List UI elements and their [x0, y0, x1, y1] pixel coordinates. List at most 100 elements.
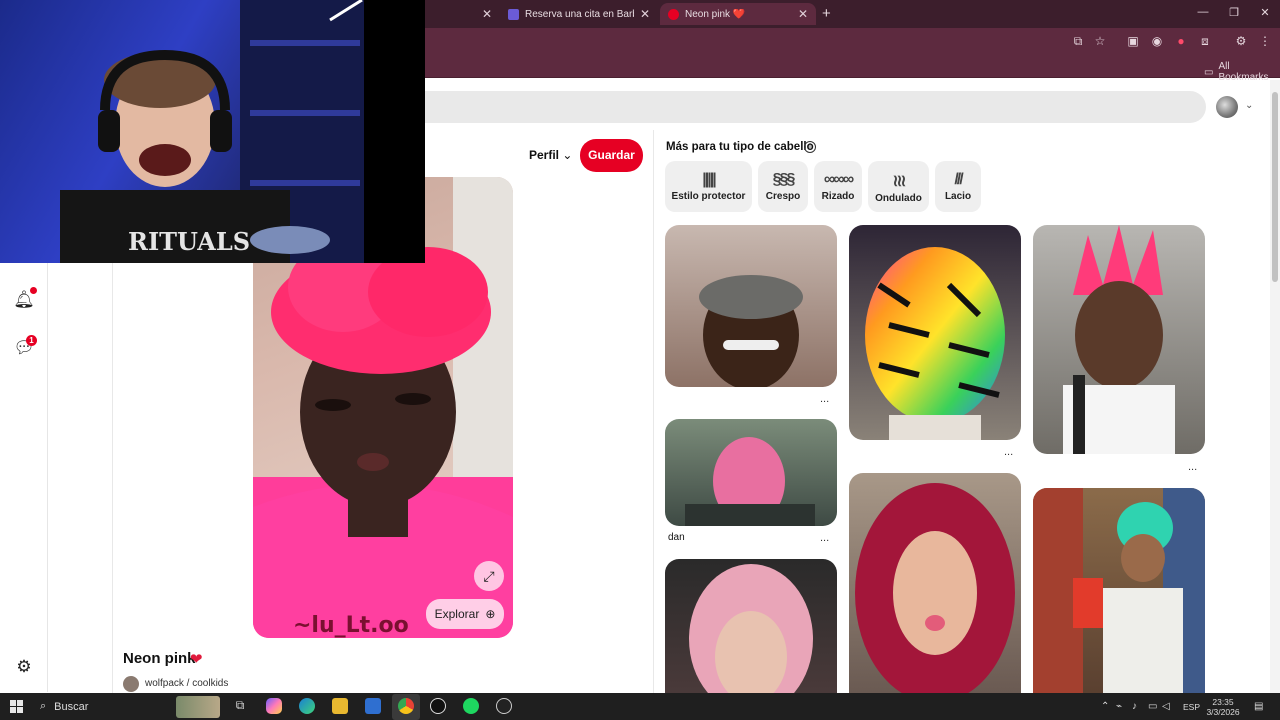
pin-tile[interactable] [1033, 488, 1205, 693]
straight-icon: /// [954, 171, 963, 188]
site-favicon-icon [508, 8, 519, 20]
more-options-button[interactable]: ... [820, 532, 829, 544]
tab-1[interactable]: ✕ [420, 3, 500, 25]
folder-icon: ▭ [1204, 66, 1214, 78]
chip-label: Rizado [821, 191, 855, 202]
tile-photo [1033, 488, 1205, 693]
avatar[interactable] [123, 676, 139, 692]
obs-icon[interactable] [430, 698, 446, 714]
more-options-button[interactable]: ... [1188, 461, 1197, 473]
copilot-icon[interactable] [266, 698, 282, 714]
search-icon: ⌕ [40, 700, 47, 712]
pin-tile[interactable] [1033, 225, 1205, 454]
notifications-icon[interactable]: ▤ [1254, 701, 1263, 712]
extension-icon[interactable]: ◉ [1149, 34, 1165, 48]
chip-ondulado[interactable]: ≀≀≀ Ondulado [868, 161, 929, 212]
chip-crespo[interactable]: §§§ Crespo [758, 161, 808, 212]
close-window-button[interactable]: ✕ [1256, 6, 1274, 19]
volume-icon[interactable]: ◁ [1162, 701, 1170, 712]
edge-icon[interactable] [299, 698, 315, 714]
store-icon[interactable] [365, 698, 381, 714]
tile-photo [865, 247, 1005, 440]
chrome-icon[interactable] [398, 698, 414, 714]
explore-label: Explorar [434, 607, 480, 621]
chip-label: Lacio [944, 191, 972, 202]
search-highlight-image [176, 696, 220, 718]
chip-lacio[interactable]: /// Lacio [935, 161, 981, 212]
profile-icon[interactable]: ⚙ [1233, 34, 1249, 48]
all-bookmarks-button[interactable]: ▭ All Bookmarks [1204, 61, 1280, 83]
curly-icon: ∞∞∞ [823, 171, 854, 188]
expand-icon[interactable]: ⤢ [474, 561, 504, 591]
spotify-icon[interactable] [463, 698, 479, 714]
avatar[interactable] [1216, 96, 1238, 118]
chip-label: Crespo [765, 191, 801, 202]
profile-dropdown[interactable]: Perfil ⌄ [529, 148, 572, 162]
chip-label: Ondulado [875, 193, 922, 204]
chevron-down-icon: ⌄ [562, 148, 573, 162]
tab-barberia[interactable]: Reserva una cita en Barbería De ✕ [500, 3, 658, 25]
close-icon[interactable]: ✕ [482, 7, 492, 21]
pin-tile[interactable] [665, 225, 837, 387]
explore-button[interactable]: Explorar ⊕ [426, 599, 504, 629]
clock-time: 23:35 [1212, 697, 1234, 707]
tab-label: Neon pink ❤️ [685, 8, 746, 20]
more-options-button[interactable]: ... [820, 393, 829, 405]
windows-start-icon[interactable] [10, 700, 23, 713]
tile-photo [699, 275, 803, 387]
system-clock[interactable]: 23:35 3/3/2026 [1203, 697, 1243, 717]
info-icon[interactable]: i [804, 141, 816, 153]
network-icon[interactable]: ⌁ [1116, 701, 1122, 712]
restore-button[interactable]: ❐ [1225, 6, 1243, 19]
webcam-feed: RITUALS [0, 0, 364, 263]
visual-search-icon: ⊕ [485, 607, 496, 621]
save-button[interactable]: Guardar [580, 139, 643, 172]
extensions-puzzle-icon[interactable]: ⧈ [1197, 34, 1213, 49]
install-app-icon[interactable]: ⧉ [1070, 34, 1086, 49]
battery-icon[interactable]: ▭ [1148, 701, 1157, 712]
tile-photo [685, 437, 815, 526]
pin-tile[interactable] [665, 559, 837, 693]
tile-photo [1063, 225, 1175, 454]
left-sidebar [0, 262, 48, 692]
board-link[interactable]: wolfpack / coolkids [145, 678, 228, 689]
language-indicator[interactable]: ESP [1183, 702, 1200, 712]
tab-label: Reserva una cita en Barbería De [525, 8, 634, 20]
bookmark-star-icon[interactable]: ☆ [1092, 34, 1108, 48]
pin-tile[interactable] [849, 225, 1021, 440]
microphone-icon[interactable]: ♪ [1132, 701, 1137, 712]
search-placeholder: Buscar [54, 700, 89, 713]
coily-icon: §§§ [772, 171, 796, 188]
section-title: Más para tu tipo de cabello [666, 141, 814, 153]
chip-rizado[interactable]: ∞∞∞ Rizado [814, 161, 862, 212]
extension-icon[interactable]: ● [1173, 34, 1189, 48]
chip-estilo-protector[interactable]: ||||| Estilo protector [665, 161, 752, 212]
close-icon[interactable]: ✕ [798, 7, 808, 21]
chip-label: Estilo protector [671, 191, 746, 202]
minimize-button[interactable]: — [1194, 6, 1212, 18]
new-tab-button[interactable]: + [822, 5, 831, 22]
pin-caption[interactable]: dan [668, 532, 685, 543]
menu-icon[interactable]: ⋮ [1257, 34, 1273, 48]
wavy-icon: ≀≀≀ [892, 173, 907, 190]
tab-neon-pink[interactable]: Neon pink ❤️ ✕ [660, 3, 816, 25]
file-explorer-icon[interactable] [332, 698, 348, 714]
settings-gear-icon[interactable]: ⚙ [12, 655, 36, 679]
scrollbar[interactable] [1270, 80, 1280, 693]
tile-photo [855, 483, 1015, 693]
scrollbar-thumb[interactable] [1272, 92, 1278, 282]
close-icon[interactable]: ✕ [640, 7, 650, 21]
chevron-down-icon[interactable]: ⌄ [1245, 100, 1253, 111]
pin-tile[interactable] [665, 419, 837, 526]
pin-tile[interactable] [849, 473, 1021, 693]
app-icon[interactable] [496, 698, 512, 714]
svg-text:RITUALS: RITUALS [128, 227, 250, 256]
more-options-button[interactable]: ... [1004, 446, 1013, 458]
tile-photo [689, 564, 813, 693]
svg-text:~lu_Lt.oo: ~lu_Lt.oo [293, 613, 409, 638]
extension-icon[interactable]: ▣ [1125, 34, 1141, 48]
search-input[interactable] [420, 91, 1206, 123]
chevron-up-icon[interactable]: ⌃ [1101, 701, 1109, 712]
profile-label: Perfil [529, 148, 560, 162]
task-view-icon[interactable]: ⧉ [232, 698, 248, 714]
